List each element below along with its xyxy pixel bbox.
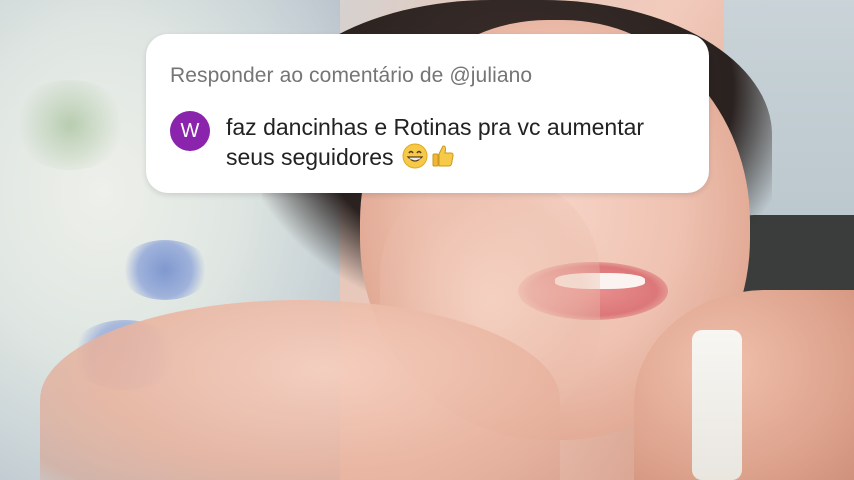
commenter-avatar: W [170,111,210,151]
background-leaf-pattern [10,80,130,170]
reply-header: Responder ao comentário de @juliano [170,64,533,87]
grinning-face-icon [402,143,428,176]
thumbs-up-icon [430,143,456,176]
clothing-strap [692,330,742,480]
background-flower-pattern [120,240,210,300]
comment-reply-sticker[interactable]: Responder ao comentário de @juliano W fa… [146,34,709,193]
comment-body: faz dancinhas e Rotinas pra vc aumentar … [226,112,696,176]
